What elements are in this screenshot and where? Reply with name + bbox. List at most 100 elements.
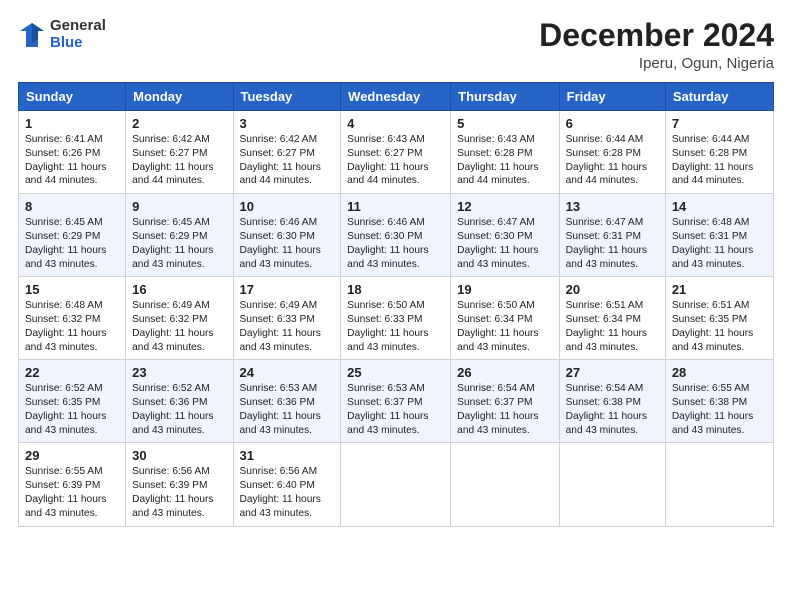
day-number: 17 — [240, 282, 335, 297]
day-cell-31: 31 Sunrise: 6:56 AM Sunset: 6:40 PM Dayl… — [233, 443, 341, 526]
day-number: 25 — [347, 365, 444, 380]
day-cell-10: 10 Sunrise: 6:46 AM Sunset: 6:30 PM Dayl… — [233, 194, 341, 277]
day-info: Sunrise: 6:50 AM Sunset: 6:33 PM Dayligh… — [347, 299, 444, 354]
day-cell-17: 17 Sunrise: 6:49 AM Sunset: 6:33 PM Dayl… — [233, 277, 341, 360]
week-row-3: 15 Sunrise: 6:48 AM Sunset: 6:32 PM Dayl… — [19, 277, 774, 360]
day-info: Sunrise: 6:46 AM Sunset: 6:30 PM Dayligh… — [240, 216, 335, 271]
week-row-1: 1 Sunrise: 6:41 AM Sunset: 6:26 PM Dayli… — [19, 111, 774, 194]
col-thursday: Thursday — [451, 83, 559, 111]
day-number: 4 — [347, 116, 444, 131]
day-number: 9 — [132, 199, 226, 214]
col-saturday: Saturday — [665, 83, 773, 111]
day-info: Sunrise: 6:45 AM Sunset: 6:29 PM Dayligh… — [25, 216, 119, 271]
day-info: Sunrise: 6:43 AM Sunset: 6:27 PM Dayligh… — [347, 133, 444, 188]
day-number: 29 — [25, 448, 119, 463]
day-number: 3 — [240, 116, 335, 131]
day-cell-23: 23 Sunrise: 6:52 AM Sunset: 6:36 PM Dayl… — [126, 360, 233, 443]
day-number: 13 — [566, 199, 659, 214]
day-cell-6: 6 Sunrise: 6:44 AM Sunset: 6:28 PM Dayli… — [559, 111, 665, 194]
page: General Blue December 2024 Iperu, Ogun, … — [0, 0, 792, 612]
day-info: Sunrise: 6:52 AM Sunset: 6:36 PM Dayligh… — [132, 382, 226, 437]
day-info: Sunrise: 6:49 AM Sunset: 6:33 PM Dayligh… — [240, 299, 335, 354]
day-cell-5: 5 Sunrise: 6:43 AM Sunset: 6:28 PM Dayli… — [451, 111, 559, 194]
day-cell-13: 13 Sunrise: 6:47 AM Sunset: 6:31 PM Dayl… — [559, 194, 665, 277]
day-info: Sunrise: 6:42 AM Sunset: 6:27 PM Dayligh… — [132, 133, 226, 188]
day-number: 14 — [672, 199, 767, 214]
col-wednesday: Wednesday — [341, 83, 451, 111]
day-number: 11 — [347, 199, 444, 214]
day-number: 12 — [457, 199, 552, 214]
day-info: Sunrise: 6:47 AM Sunset: 6:30 PM Dayligh… — [457, 216, 552, 271]
header: General Blue December 2024 Iperu, Ogun, … — [18, 18, 774, 72]
week-row-5: 29 Sunrise: 6:55 AM Sunset: 6:39 PM Dayl… — [19, 443, 774, 526]
day-cell-3: 3 Sunrise: 6:42 AM Sunset: 6:27 PM Dayli… — [233, 111, 341, 194]
day-cell-24: 24 Sunrise: 6:53 AM Sunset: 6:36 PM Dayl… — [233, 360, 341, 443]
day-info: Sunrise: 6:55 AM Sunset: 6:38 PM Dayligh… — [672, 382, 767, 437]
day-info: Sunrise: 6:42 AM Sunset: 6:27 PM Dayligh… — [240, 133, 335, 188]
day-cell-7: 7 Sunrise: 6:44 AM Sunset: 6:28 PM Dayli… — [665, 111, 773, 194]
empty-cell — [341, 443, 451, 526]
header-row: Sunday Monday Tuesday Wednesday Thursday… — [19, 83, 774, 111]
day-number: 8 — [25, 199, 119, 214]
day-info: Sunrise: 6:47 AM Sunset: 6:31 PM Dayligh… — [566, 216, 659, 271]
logo-blue: Blue — [50, 34, 83, 51]
day-cell-14: 14 Sunrise: 6:48 AM Sunset: 6:31 PM Dayl… — [665, 194, 773, 277]
day-number: 28 — [672, 365, 767, 380]
week-row-4: 22 Sunrise: 6:52 AM Sunset: 6:35 PM Dayl… — [19, 360, 774, 443]
day-info: Sunrise: 6:48 AM Sunset: 6:31 PM Dayligh… — [672, 216, 767, 271]
day-number: 5 — [457, 116, 552, 131]
day-number: 2 — [132, 116, 226, 131]
day-number: 18 — [347, 282, 444, 297]
day-info: Sunrise: 6:54 AM Sunset: 6:37 PM Dayligh… — [457, 382, 552, 437]
day-cell-16: 16 Sunrise: 6:49 AM Sunset: 6:32 PM Dayl… — [126, 277, 233, 360]
day-cell-12: 12 Sunrise: 6:47 AM Sunset: 6:30 PM Dayl… — [451, 194, 559, 277]
day-number: 22 — [25, 365, 119, 380]
day-info: Sunrise: 6:53 AM Sunset: 6:37 PM Dayligh… — [347, 382, 444, 437]
day-info: Sunrise: 6:51 AM Sunset: 6:35 PM Dayligh… — [672, 299, 767, 354]
day-info: Sunrise: 6:44 AM Sunset: 6:28 PM Dayligh… — [672, 133, 767, 188]
logo: General Blue — [18, 18, 106, 51]
day-info: Sunrise: 6:50 AM Sunset: 6:34 PM Dayligh… — [457, 299, 552, 354]
day-cell-26: 26 Sunrise: 6:54 AM Sunset: 6:37 PM Dayl… — [451, 360, 559, 443]
title-area: December 2024 Iperu, Ogun, Nigeria — [539, 18, 774, 72]
day-info: Sunrise: 6:56 AM Sunset: 6:40 PM Dayligh… — [240, 465, 335, 520]
day-info: Sunrise: 6:52 AM Sunset: 6:35 PM Dayligh… — [25, 382, 119, 437]
empty-cell — [451, 443, 559, 526]
day-cell-11: 11 Sunrise: 6:46 AM Sunset: 6:30 PM Dayl… — [341, 194, 451, 277]
day-info: Sunrise: 6:46 AM Sunset: 6:30 PM Dayligh… — [347, 216, 444, 271]
day-info: Sunrise: 6:49 AM Sunset: 6:32 PM Dayligh… — [132, 299, 226, 354]
day-number: 27 — [566, 365, 659, 380]
logo-icon — [18, 21, 46, 49]
day-info: Sunrise: 6:43 AM Sunset: 6:28 PM Dayligh… — [457, 133, 552, 188]
day-cell-22: 22 Sunrise: 6:52 AM Sunset: 6:35 PM Dayl… — [19, 360, 126, 443]
day-number: 21 — [672, 282, 767, 297]
col-sunday: Sunday — [19, 83, 126, 111]
logo-general: General — [50, 17, 106, 34]
day-info: Sunrise: 6:45 AM Sunset: 6:29 PM Dayligh… — [132, 216, 226, 271]
day-number: 24 — [240, 365, 335, 380]
day-number: 30 — [132, 448, 226, 463]
day-cell-21: 21 Sunrise: 6:51 AM Sunset: 6:35 PM Dayl… — [665, 277, 773, 360]
day-info: Sunrise: 6:53 AM Sunset: 6:36 PM Dayligh… — [240, 382, 335, 437]
day-number: 10 — [240, 199, 335, 214]
day-number: 6 — [566, 116, 659, 131]
day-cell-25: 25 Sunrise: 6:53 AM Sunset: 6:37 PM Dayl… — [341, 360, 451, 443]
day-info: Sunrise: 6:48 AM Sunset: 6:32 PM Dayligh… — [25, 299, 119, 354]
day-number: 7 — [672, 116, 767, 131]
day-cell-18: 18 Sunrise: 6:50 AM Sunset: 6:33 PM Dayl… — [341, 277, 451, 360]
day-number: 15 — [25, 282, 119, 297]
day-cell-1: 1 Sunrise: 6:41 AM Sunset: 6:26 PM Dayli… — [19, 111, 126, 194]
day-number: 31 — [240, 448, 335, 463]
day-info: Sunrise: 6:41 AM Sunset: 6:26 PM Dayligh… — [25, 133, 119, 188]
week-row-2: 8 Sunrise: 6:45 AM Sunset: 6:29 PM Dayli… — [19, 194, 774, 277]
day-info: Sunrise: 6:55 AM Sunset: 6:39 PM Dayligh… — [25, 465, 119, 520]
day-cell-29: 29 Sunrise: 6:55 AM Sunset: 6:39 PM Dayl… — [19, 443, 126, 526]
day-number: 1 — [25, 116, 119, 131]
day-cell-2: 2 Sunrise: 6:42 AM Sunset: 6:27 PM Dayli… — [126, 111, 233, 194]
day-cell-30: 30 Sunrise: 6:56 AM Sunset: 6:39 PM Dayl… — [126, 443, 233, 526]
day-number: 16 — [132, 282, 226, 297]
day-cell-19: 19 Sunrise: 6:50 AM Sunset: 6:34 PM Dayl… — [451, 277, 559, 360]
day-cell-4: 4 Sunrise: 6:43 AM Sunset: 6:27 PM Dayli… — [341, 111, 451, 194]
day-cell-28: 28 Sunrise: 6:55 AM Sunset: 6:38 PM Dayl… — [665, 360, 773, 443]
day-number: 23 — [132, 365, 226, 380]
